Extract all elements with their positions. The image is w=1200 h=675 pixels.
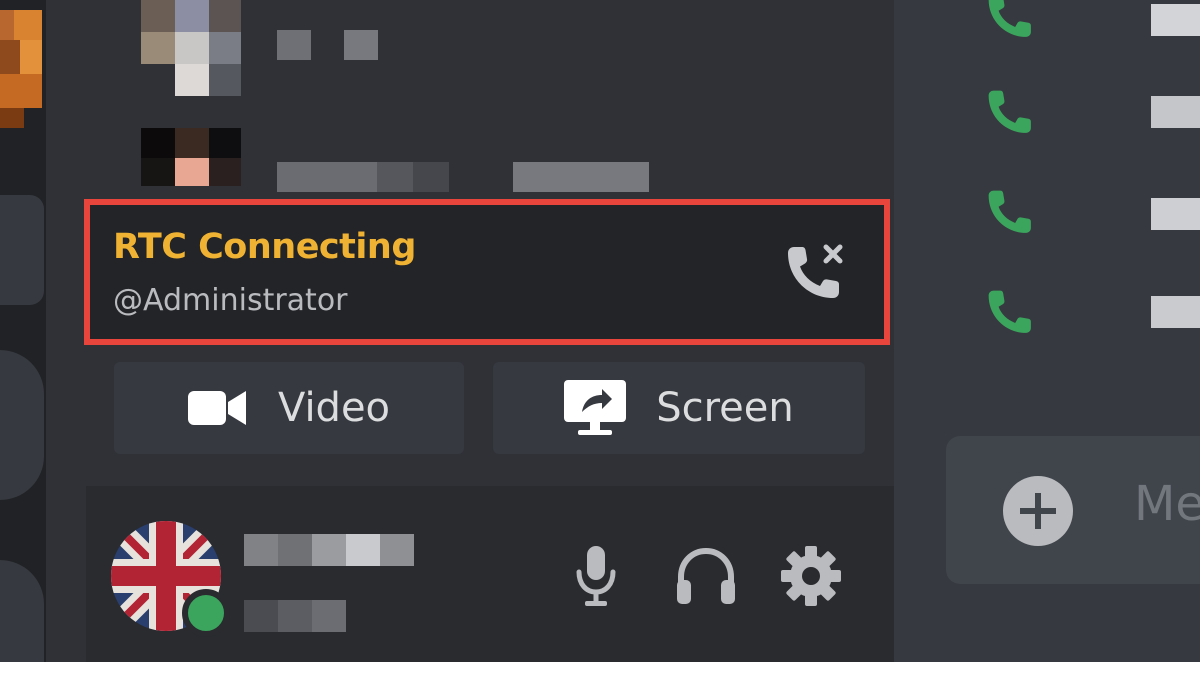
call-history-panel: Me xyxy=(894,0,1200,662)
discord-window: Video Screen RTC Connecting @Administrat… xyxy=(0,0,1200,662)
microphone-button[interactable] xyxy=(561,541,631,611)
server-icon[interactable] xyxy=(0,195,44,305)
rtc-channel-name: @Administrator xyxy=(113,283,348,318)
dm-avatar xyxy=(141,128,241,186)
call-log-entry xyxy=(1151,4,1200,36)
online-status-dot xyxy=(182,589,230,637)
user-panel xyxy=(86,486,894,662)
message-placeholder: Me xyxy=(1134,476,1200,532)
server-icon[interactable] xyxy=(0,350,44,500)
call-log-entry xyxy=(1151,296,1200,328)
phone-call-icon xyxy=(982,184,1040,242)
video-camera-icon xyxy=(187,387,248,429)
dm-avatar xyxy=(141,0,241,96)
screen-share-button[interactable]: Screen xyxy=(493,362,865,454)
video-label: Video xyxy=(277,385,391,431)
gear-icon xyxy=(781,546,841,606)
rtc-status[interactable]: RTC Connecting xyxy=(113,227,416,267)
phone-call-icon xyxy=(982,84,1040,142)
plus-circle-icon[interactable] xyxy=(1003,476,1073,546)
headphones-icon xyxy=(677,547,735,604)
microphone-icon xyxy=(576,546,616,606)
call-log-entry xyxy=(1151,96,1200,128)
screen-label: Screen xyxy=(656,385,794,431)
video-button[interactable]: Video xyxy=(114,362,464,454)
phone-disconnect-icon xyxy=(788,244,843,298)
phone-call-icon xyxy=(982,284,1040,342)
phone-call-icon xyxy=(982,0,1040,46)
disconnect-button[interactable] xyxy=(780,239,850,309)
headphones-button[interactable] xyxy=(671,541,741,611)
server-rail xyxy=(0,0,46,662)
message-input[interactable]: Me xyxy=(946,436,1200,584)
call-log-entry xyxy=(1151,198,1200,230)
server-icon[interactable] xyxy=(0,10,42,128)
server-icon[interactable] xyxy=(0,560,44,662)
rtc-connection-panel: RTC Connecting @Administrator xyxy=(84,199,890,345)
settings-button[interactable] xyxy=(776,541,846,611)
screen-share-icon xyxy=(564,380,627,436)
